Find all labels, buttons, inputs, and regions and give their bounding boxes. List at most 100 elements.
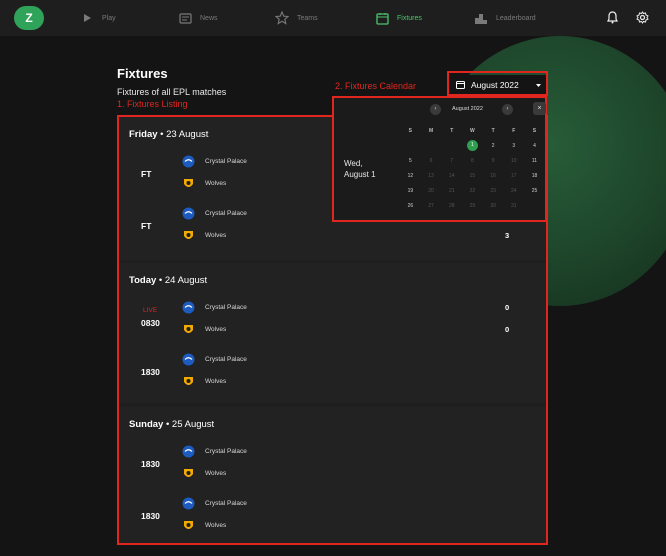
match-status: 1830 [141,459,160,469]
calendar-day[interactable]: 16 [483,173,504,179]
match-status: 0830 [141,318,160,328]
calendar-day[interactable]: 13 [421,173,442,179]
calendar-day[interactable]: 29 [462,203,483,209]
calendar-day[interactable]: 2 [483,143,504,149]
calendar-day[interactable]: 20 [421,188,442,194]
calendar-weekday: M [428,127,434,134]
calendar-day[interactable]: 18 [524,173,545,179]
calendar-prev-button[interactable]: ‹ [430,104,441,115]
brighton-crest-icon [181,496,195,510]
month-dropdown-value: August 2022 [471,80,519,90]
calendar-day[interactable]: 23 [483,188,504,194]
brighton-crest-icon [181,206,195,220]
selected-date-display: Wed, August 1 [344,158,376,180]
nav-news-label: News [200,14,218,22]
calendar-day[interactable]: 22 [462,188,483,194]
calendar-day[interactable]: 3 [503,143,524,149]
match-row[interactable]: 1830 Crystal Palace Wolves [119,348,546,394]
nav-leaderboard[interactable]: Leaderboard [474,0,536,36]
match-row[interactable]: 1830 Crystal Palace Wolves [119,440,546,486]
home-team: Crystal Palace [181,444,247,458]
live-badge: LIVE [143,307,158,314]
calendar-weekday: S [532,127,537,134]
day-name: Sunday [129,419,164,430]
match-row[interactable]: LIVE 0830 Crystal Palace 0 Wolves 0 [119,296,546,342]
brighton-crest-icon [181,352,195,366]
fixtures-calendar-popup: ‹ August 2022 › × Wed, August 1 S M T W T F S 1… [332,96,547,222]
calendar-day[interactable]: 17 [503,173,524,179]
wolves-crest-icon [181,228,195,242]
calendar-week-row: 1234 [400,138,545,153]
brighton-crest-icon [181,300,195,314]
calendar-selected-day[interactable]: 1 [466,140,478,151]
calendar-day[interactable]: 12 [400,173,421,179]
calendar-day[interactable]: 4 [524,143,545,149]
away-team: Wolves [181,466,226,480]
page-subtitle: Fixtures of all EPL matches [117,87,227,97]
calendar-day[interactable]: 10 [503,158,524,164]
star-icon [275,11,289,25]
calendar-day[interactable]: 31 [503,203,524,209]
calendar-day[interactable]: 11 [524,158,545,164]
nav-fixtures[interactable]: Fixtures [375,0,422,36]
calendar-day[interactable]: 8 [462,158,483,164]
away-team-name: Wolves [205,521,227,529]
calendar-day[interactable]: 9 [483,158,504,164]
calendar-close-button[interactable]: × [533,102,546,115]
day-header: Sunday • 25 August [129,419,215,430]
home-team-name: Crystal Palace [205,209,247,217]
match-row[interactable]: 1830 Crystal Palace Wolves [119,492,546,538]
calendar-weekday: F [512,127,516,134]
brighton-crest-icon [181,444,195,458]
calendar-day[interactable]: 30 [483,203,504,209]
away-team-name: Wolves [205,469,227,477]
nav-news[interactable]: News [178,0,218,36]
brighton-crest-icon [181,154,195,168]
calendar-day[interactable]: 5 [400,158,421,164]
calendar-icon [456,80,465,91]
wolves-crest-icon [181,322,195,336]
play-icon [80,11,94,25]
calendar-day[interactable]: 28 [441,203,462,209]
calendar-day[interactable]: 1 [462,140,483,151]
calendar-week-row: 5 6 7 8 9 10 11 [400,153,545,168]
day-date: 23 August [166,129,209,140]
calendar-day[interactable]: 19 [400,188,421,194]
podium-icon [474,11,488,25]
settings-icon[interactable] [634,9,650,25]
wolves-crest-icon [181,176,195,190]
day-name: Friday [129,129,158,140]
away-team: Wolves [181,322,226,336]
calendar-day[interactable]: 7 [441,158,462,164]
nav-play[interactable]: Play [80,0,116,36]
app-logo[interactable]: Z [14,6,44,30]
calendar-day[interactable]: 26 [400,203,421,209]
calendar-day[interactable]: 15 [462,173,483,179]
home-team: Crystal Palace [181,352,247,366]
calendar-day[interactable]: 21 [441,188,462,194]
calendar-grid: S M T W T F S 1 2 3 4 5 6 7 8 9 10 11 12 13 14 15 16 17 18 19 20 21… [400,123,545,213]
match-status: FT [141,169,152,179]
day-date: 25 August [171,419,215,430]
away-team-name: Wolves [205,231,227,239]
month-dropdown[interactable]: August 2022 [447,75,547,95]
calendar-next-button[interactable]: › [502,104,513,115]
calendar-day[interactable]: 14 [441,173,462,179]
day-section: Sunday • 25 August 1830 Crystal Palace W… [119,407,546,543]
nav-teams[interactable]: Teams [275,0,318,36]
home-team: Crystal Palace [181,206,247,220]
bell-icon[interactable] [604,9,620,25]
calendar-icon [375,11,389,25]
away-score: 3 [505,231,510,240]
wolves-crest-icon [181,518,195,532]
away-team: Wolves [181,228,226,242]
home-team-name: Crystal Palace [205,303,247,311]
calendar-day[interactable]: 25 [524,188,545,194]
away-team: Wolves [181,176,226,190]
away-score: 0 [505,325,510,334]
calendar-day[interactable]: 27 [421,203,442,209]
calendar-day[interactable]: 24 [503,188,524,194]
day-section: Today • 24 August LIVE 0830 Crystal Pala… [119,263,546,403]
calendar-day[interactable]: 6 [421,158,442,164]
home-team-name: Crystal Palace [205,499,247,507]
